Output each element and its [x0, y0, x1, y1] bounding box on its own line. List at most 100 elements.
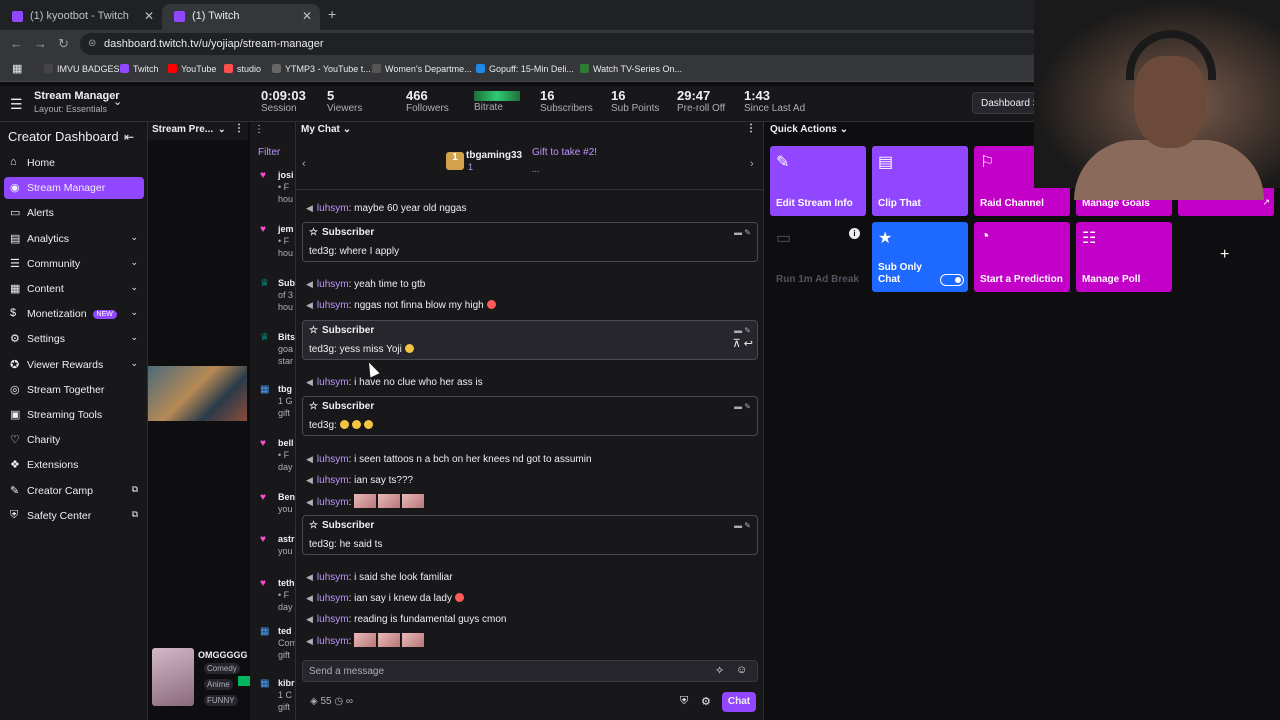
- dashboard-settings-button[interactable]: Dashboard S: [972, 92, 1042, 114]
- sidebar-item-extensions[interactable]: ❖ Extensions: [4, 454, 144, 476]
- quick-action-edit-stream-info[interactable]: ✎ Edit Stream Info: [770, 146, 866, 216]
- close-tab-icon[interactable]: ✕: [302, 9, 312, 23]
- sidebar-item-alerts[interactable]: ▭ Alerts: [4, 202, 144, 224]
- close-tab-icon[interactable]: ✕: [144, 9, 154, 23]
- message-edit-icon[interactable]: ▬ ✎: [734, 521, 751, 530]
- chat-send-button[interactable]: Chat: [722, 692, 756, 712]
- message-edit-icon[interactable]: ▬ ✎: [734, 228, 751, 237]
- browser-tab-kyootbot[interactable]: (1) kyootbot - Twitch ✕: [0, 4, 162, 30]
- layout-chevron-down-icon[interactable]: ⌄: [113, 95, 122, 108]
- subscriber-message-box[interactable]: ☆ Subscriber ▬ ✎ ted3g:: [302, 396, 758, 436]
- stream-preview-card[interactable]: OMGGGGG Comedy Anime FUNNY: [152, 648, 250, 710]
- bookmark-ytmp3[interactable]: YTMP3 - YouTube t...: [272, 64, 371, 74]
- bits-icon[interactable]: ✧: [715, 664, 724, 677]
- bookmark-imvu-badges[interactable]: IMVU BADGES: [44, 64, 120, 74]
- bookmark-gopuff[interactable]: Gopuff: 15-Min Deli...: [476, 64, 574, 74]
- site-info-icon[interactable]: ⊜: [88, 38, 96, 49]
- external-link-icon[interactable]: ⧉: [132, 509, 138, 520]
- chevron-down-icon[interactable]: ⌄: [218, 124, 226, 135]
- muted-speaker-icon[interactable]: ◀: [306, 496, 313, 508]
- chat-username[interactable]: ted3g: [309, 246, 334, 257]
- quick-action-sub-only-chat[interactable]: ★ Sub Only Chat: [872, 222, 968, 292]
- activity-filter-button[interactable]: Filter: [258, 147, 280, 158]
- reload-icon[interactable]: ↻: [58, 36, 69, 52]
- stream-preview-video[interactable]: [148, 366, 247, 421]
- sidebar-item-streaming-tools[interactable]: ▣ Streaming Tools: [4, 404, 144, 426]
- muted-speaker-icon[interactable]: ◀: [306, 376, 313, 388]
- chat-username[interactable]: luhsym: [317, 377, 349, 388]
- chevron-down-icon[interactable]: ⌄: [343, 124, 351, 135]
- chat-username[interactable]: luhsym: [317, 203, 349, 214]
- sidebar-item-charity[interactable]: ♡ Charity: [4, 429, 144, 451]
- chat-username[interactable]: ted3g: [309, 539, 334, 550]
- mod-shield-icon[interactable]: ⛨: [680, 695, 688, 708]
- apps-grid-icon[interactable]: ▦: [12, 62, 22, 75]
- sidebar-item-safety-center[interactable]: ⛨ Safety Center ⧉: [4, 505, 144, 527]
- muted-speaker-icon[interactable]: ◀: [306, 571, 313, 583]
- chevron-down-icon[interactable]: ⌄: [130, 332, 138, 343]
- chat-settings-gear-icon[interactable]: ⚙: [701, 695, 711, 708]
- muted-speaker-icon[interactable]: ◀: [306, 202, 313, 214]
- bookmark-womens-department[interactable]: Women's Departme...: [372, 64, 472, 74]
- chat-username[interactable]: luhsym: [317, 300, 349, 311]
- chat-username[interactable]: ted3g: [309, 420, 334, 431]
- more-options-icon[interactable]: ⋮: [254, 124, 264, 135]
- chat-message-input[interactable]: Send a message ✧ ☺: [302, 660, 758, 682]
- subscriber-message-box[interactable]: ☆ Subscriber ▬ ✎ ted3g: he said ts: [302, 515, 758, 555]
- bookmark-watch-tv[interactable]: Watch TV-Series On...: [580, 64, 682, 74]
- tag-comedy[interactable]: Comedy: [204, 663, 240, 674]
- bookmark-studio[interactable]: studio: [224, 64, 261, 74]
- chat-username[interactable]: luhsym: [317, 454, 349, 465]
- more-options-icon[interactable]: ⋮: [746, 123, 756, 134]
- sidebar-item-monetization[interactable]: $ Monetization NEW ⌄: [4, 303, 144, 325]
- quick-action-start-a-prediction[interactable]: ◔ Start a Prediction: [974, 222, 1070, 292]
- quick-action-manage-poll[interactable]: ☷ Manage Poll: [1076, 222, 1172, 292]
- bookmark-youtube[interactable]: YouTube: [168, 64, 216, 74]
- bookmark-twitch[interactable]: Twitch: [120, 64, 159, 74]
- quick-action-clip-that[interactable]: ▤ Clip That: [872, 146, 968, 216]
- subscriber-message-box[interactable]: ☆ Subscriber ▬ ✎ ted3g: yess miss Yoji ⊼ ↩: [302, 320, 758, 360]
- menu-icon[interactable]: ☰: [10, 96, 23, 113]
- sidebar-item-viewer-rewards[interactable]: ✪ Viewer Rewards ⌄: [4, 354, 144, 376]
- muted-speaker-icon[interactable]: ◀: [306, 299, 313, 311]
- sidebar-item-analytics[interactable]: ▤ Analytics ⌄: [4, 228, 144, 250]
- browser-tab-twitch[interactable]: (1) Twitch ✕: [162, 4, 320, 30]
- forward-icon[interactable]: →: [34, 36, 47, 51]
- chat-username[interactable]: luhsym: [317, 614, 349, 625]
- chat-username[interactable]: luhsym: [317, 572, 349, 583]
- sidebar-item-content[interactable]: ▦ Content ⌄: [4, 278, 144, 300]
- sub-only-toggle[interactable]: [940, 274, 964, 286]
- quick-action-add-action[interactable]: +: [1178, 222, 1274, 292]
- muted-speaker-icon[interactable]: ◀: [306, 635, 313, 647]
- sidebar-item-stream-together[interactable]: ◎ Stream Together: [4, 379, 144, 401]
- sidebar-item-settings[interactable]: ⚙ Settings ⌄: [4, 328, 144, 350]
- chat-username[interactable]: luhsym: [317, 636, 349, 647]
- muted-speaker-icon[interactable]: ◀: [306, 278, 313, 290]
- chat-username[interactable]: luhsym: [317, 475, 349, 486]
- message-edit-icon[interactable]: ▬ ✎: [734, 402, 751, 411]
- message-edit-icon[interactable]: ▬ ✎: [734, 326, 751, 335]
- sidebar-item-community[interactable]: ☰ Community ⌄: [4, 253, 144, 275]
- channel-points[interactable]: ◈ 55 ◷ ∞: [310, 696, 353, 707]
- collapse-sidebar-icon[interactable]: ⇤: [124, 130, 134, 144]
- emote-picker-icon[interactable]: ☺: [736, 664, 747, 676]
- muted-speaker-icon[interactable]: ◀: [306, 453, 313, 465]
- muted-speaker-icon[interactable]: ◀: [306, 474, 313, 486]
- chat-username[interactable]: luhsym: [317, 279, 349, 290]
- muted-speaker-icon[interactable]: ◀: [306, 592, 313, 604]
- pin-reply-icon[interactable]: ⊼ ↩: [733, 337, 753, 350]
- sidebar-item-stream-manager[interactable]: ◉ Stream Manager: [4, 177, 144, 200]
- chevron-down-icon[interactable]: ⌄: [130, 358, 138, 369]
- tag-anime[interactable]: Anime: [204, 679, 233, 690]
- chevron-down-icon[interactable]: ⌄: [130, 282, 138, 293]
- url-field[interactable]: ⊜ dashboard.twitch.tv/u/yojiap/stream-ma…: [80, 33, 1040, 55]
- add-icon[interactable]: +: [1220, 246, 1229, 264]
- sidebar-item-creator-camp[interactable]: ✎ Creator Camp ⧉: [4, 480, 144, 502]
- info-icon[interactable]: i: [849, 228, 860, 239]
- new-tab-icon[interactable]: +: [328, 6, 336, 22]
- back-icon[interactable]: ←: [10, 36, 23, 51]
- chat-username[interactable]: luhsym: [317, 497, 349, 508]
- chat-username[interactable]: luhsym: [317, 593, 349, 604]
- chevron-left-icon[interactable]: ‹: [302, 158, 306, 170]
- external-link-icon[interactable]: ⧉: [132, 484, 138, 495]
